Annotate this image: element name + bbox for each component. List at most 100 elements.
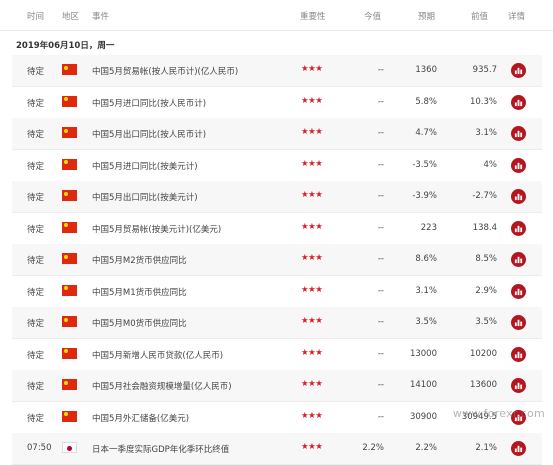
- japan-flag-icon: [62, 442, 77, 453]
- row-time: 07:50: [27, 443, 52, 453]
- row-actual: --: [377, 317, 384, 327]
- row-previous: 10200: [469, 348, 497, 359]
- detail-button[interactable]: [511, 283, 526, 299]
- row-time: 待定: [27, 382, 45, 392]
- importance-stars: ★★★: [301, 127, 323, 137]
- row-time: 待定: [27, 287, 45, 298]
- detail-button[interactable]: [511, 157, 526, 173]
- row-actual: --: [377, 254, 384, 264]
- detail-button[interactable]: [511, 441, 526, 456]
- row-forecast: 1360: [415, 65, 437, 75]
- row-previous: 935.7: [472, 65, 497, 75]
- table-row: 待定 中国5月贸易帐(按人民币计)(亿人民币) ★★★ -- 1360 935.…: [12, 55, 542, 87]
- header-region: 地区: [62, 12, 80, 22]
- date-label: 2019年06月10日，周一: [16, 41, 115, 51]
- china-flag-icon: [62, 410, 77, 422]
- row-event: 中国5月贸易帐(按美元计)(亿美元): [92, 224, 222, 235]
- row-time: 待定: [27, 67, 45, 77]
- importance-stars: ★★★: [301, 95, 323, 106]
- row-previous: -2.7%: [472, 191, 497, 201]
- bar-chart-icon: [514, 288, 523, 295]
- china-flag-icon: [62, 379, 77, 390]
- row-forecast: -3.5%: [412, 159, 437, 170]
- table-row: 待定 中国5月M2货币供应同比 ★★★ -- 8.6% 8.5%: [12, 244, 542, 276]
- row-actual: --: [377, 222, 384, 233]
- row-time: 待定: [27, 256, 45, 266]
- row-time: 待定: [27, 319, 45, 329]
- detail-button[interactable]: [511, 346, 526, 362]
- table-row: 待定 中国5月进口同比(按人民币计) ★★★ -- 5.8% 10.3%: [12, 87, 542, 119]
- table-row: 待定 中国5月M1货币供应同比 ★★★ -- 3.1% 2.9%: [12, 276, 542, 308]
- row-forecast: 13000: [409, 348, 437, 359]
- header-forecast: 预期: [418, 12, 436, 22]
- bar-chart-icon: [514, 256, 523, 264]
- row-event: 中国5月贸易帐(按人民币计)(亿人民币): [92, 67, 239, 77]
- row-actual: --: [377, 380, 384, 390]
- detail-button[interactable]: [511, 252, 526, 267]
- detail-button[interactable]: [511, 126, 526, 141]
- row-event: 中国5月M2货币供应同比: [92, 256, 187, 266]
- row-event: 中国5月出口同比(按人民币计): [92, 130, 207, 140]
- row-actual: --: [377, 159, 384, 170]
- row-event: 中国5月外汇储备(亿美元): [92, 413, 190, 424]
- china-flag-icon: [62, 316, 77, 327]
- bar-chart-icon: [514, 382, 523, 390]
- china-flag-icon: [62, 95, 77, 107]
- bar-chart-icon: [514, 319, 523, 327]
- detail-button[interactable]: [511, 378, 526, 393]
- row-forecast: 8.6%: [415, 254, 437, 264]
- detail-button[interactable]: [511, 220, 526, 236]
- row-previous: 3.5%: [475, 317, 497, 327]
- row-event: 中国5月社会融资规模增量(亿人民币): [92, 382, 232, 392]
- bar-chart-icon: [514, 351, 523, 358]
- row-forecast: 2.2%: [415, 443, 437, 453]
- row-actual: --: [377, 191, 384, 201]
- bar-chart-icon: [514, 162, 523, 169]
- bar-chart-icon: [514, 445, 523, 453]
- detail-button[interactable]: [511, 189, 526, 204]
- importance-stars: ★★★: [301, 410, 323, 421]
- row-actual: --: [377, 65, 384, 75]
- header-previous: 前值: [471, 12, 489, 22]
- row-time: 待定: [27, 98, 45, 109]
- row-forecast: -3.9%: [412, 191, 437, 201]
- importance-stars: ★★★: [301, 158, 323, 169]
- row-previous: 3.1%: [475, 128, 497, 138]
- table-row: 待定 中国5月出口同比(按人民币计) ★★★ -- 4.7% 3.1%: [12, 118, 542, 150]
- row-previous: 10.3%: [469, 96, 497, 107]
- row-previous: 13600: [469, 380, 497, 390]
- china-flag-icon: [62, 347, 77, 359]
- row-time: 待定: [27, 130, 45, 140]
- table-row: 待定 中国5月出口同比(按美元计) ★★★ -- -3.9% -2.7%: [12, 181, 542, 213]
- china-flag-icon: [62, 221, 77, 233]
- row-previous: 2.9%: [475, 285, 497, 296]
- importance-stars: ★★★: [301, 316, 323, 326]
- china-flag-icon: [62, 284, 77, 296]
- importance-stars: ★★★: [301, 64, 323, 74]
- header-detail: 详情: [508, 12, 526, 22]
- row-actual: --: [377, 128, 384, 138]
- row-forecast: 14100: [409, 380, 437, 390]
- bar-chart-icon: [514, 130, 523, 138]
- detail-button[interactable]: [511, 94, 526, 110]
- importance-stars: ★★★: [301, 442, 323, 452]
- table-row: 待定 中国5月社会融资规模增量(亿人民币) ★★★ -- 14100 13600: [12, 370, 542, 402]
- row-event: 中国5月M1货币供应同比: [92, 287, 187, 298]
- row-time: 待定: [27, 413, 45, 424]
- row-actual: --: [377, 348, 384, 359]
- detail-button[interactable]: [511, 315, 526, 330]
- row-time: 待定: [27, 193, 45, 203]
- header-importance: 重要性: [300, 12, 326, 22]
- header-time: 时间: [27, 12, 45, 22]
- row-previous: 4%: [483, 159, 498, 170]
- row-previous: 8.5%: [475, 254, 497, 264]
- header-event: 事件: [92, 12, 110, 22]
- importance-stars: ★★★: [301, 253, 323, 263]
- row-actual: 2.2%: [362, 443, 384, 453]
- detail-button[interactable]: [511, 63, 526, 78]
- header-actual: 今值: [364, 12, 382, 22]
- table-row: 待定 中国5月贸易帐(按美元计)(亿美元) ★★★ -- 223 138.4: [12, 213, 542, 245]
- bar-chart-icon: [514, 67, 523, 75]
- row-forecast: 3.5%: [415, 317, 437, 327]
- row-event: 中国5月M0货币供应同比: [92, 319, 187, 329]
